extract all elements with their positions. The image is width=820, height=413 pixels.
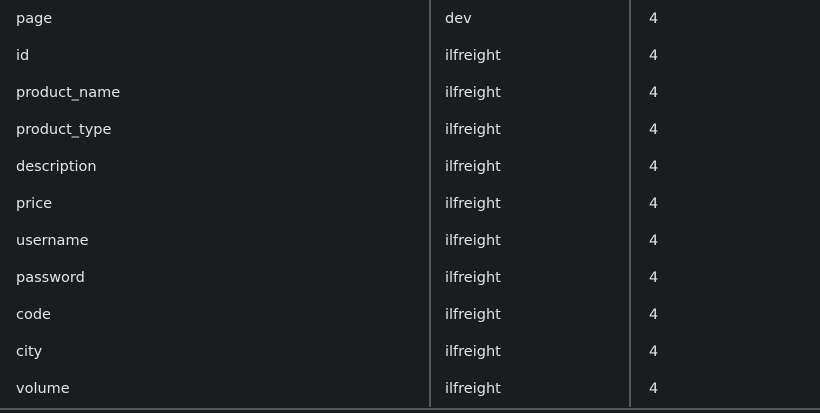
column-name-cell: product_type xyxy=(16,121,112,138)
table-name-cell: ilfreight xyxy=(429,185,630,222)
column-name-cell: page xyxy=(16,10,53,27)
column-name-cell: description xyxy=(16,158,97,175)
table-row: id ilfreight 4 xyxy=(0,37,820,74)
count-cell: 4 xyxy=(629,185,820,222)
column-name-cell: price xyxy=(16,195,53,212)
table-row: price ilfreight 4 xyxy=(0,185,820,222)
table-name-cell: ilfreight xyxy=(429,148,630,185)
column-name-cell: product_name xyxy=(16,84,121,101)
column-name-cell: password xyxy=(16,269,85,286)
column-name-cell: volume xyxy=(16,380,70,397)
table-name-cell: ilfreight xyxy=(429,37,630,74)
count-cell: 4 xyxy=(629,333,820,370)
count-cell: 4 xyxy=(629,37,820,74)
table-name-cell: ilfreight xyxy=(429,333,630,370)
count-cell: 4 xyxy=(629,74,820,111)
column-name-cell: username xyxy=(16,232,89,249)
table-name-cell: ilfreight xyxy=(429,370,630,407)
table-row: volume ilfreight 4 xyxy=(0,370,820,407)
table-bottom-border xyxy=(0,408,820,410)
table-name-cell: ilfreight xyxy=(429,74,630,111)
column-name-cell: code xyxy=(16,306,51,323)
table-name-cell: ilfreight xyxy=(429,296,630,333)
table-row: description ilfreight 4 xyxy=(0,148,820,185)
results-table: page dev 4 id ilfreight 4 product_name i… xyxy=(0,0,820,413)
table-row: page dev 4 xyxy=(0,0,820,37)
table-row: product_name ilfreight 4 xyxy=(0,74,820,111)
count-cell: 4 xyxy=(629,296,820,333)
count-cell: 4 xyxy=(629,370,820,407)
table-row: username ilfreight 4 xyxy=(0,222,820,259)
table-name-cell: ilfreight xyxy=(429,259,630,296)
count-cell: 4 xyxy=(629,0,820,37)
table-row: password ilfreight 4 xyxy=(0,259,820,296)
table-name-cell: ilfreight xyxy=(429,111,630,148)
table-name-cell: dev xyxy=(429,0,630,37)
column-name-cell: city xyxy=(16,343,43,360)
table-row: code ilfreight 4 xyxy=(0,296,820,333)
results-grid: page dev 4 id ilfreight 4 product_name i… xyxy=(0,0,820,407)
table-name-cell: ilfreight xyxy=(429,222,630,259)
count-cell: 4 xyxy=(629,148,820,185)
count-cell: 4 xyxy=(629,222,820,259)
table-row: product_type ilfreight 4 xyxy=(0,111,820,148)
table-row: city ilfreight 4 xyxy=(0,333,820,370)
table-body: page dev 4 id ilfreight 4 product_name i… xyxy=(0,0,820,407)
count-cell: 4 xyxy=(629,111,820,148)
count-cell: 4 xyxy=(629,259,820,296)
column-name-cell: id xyxy=(16,47,30,64)
